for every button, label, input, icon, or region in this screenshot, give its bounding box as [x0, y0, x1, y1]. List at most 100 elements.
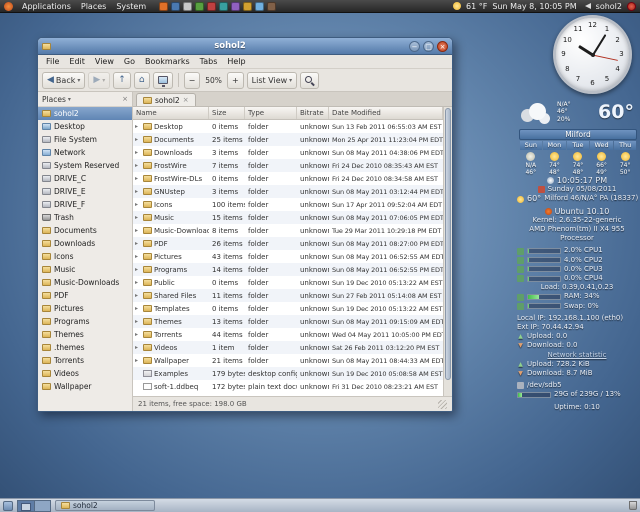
expander-icon[interactable]: ▸ [135, 201, 141, 208]
view-mode-select[interactable]: List View ▾ [246, 71, 298, 89]
app-launcher-10-icon[interactable] [267, 1, 277, 11]
expander-icon[interactable]: ▸ [135, 188, 141, 195]
computer-button[interactable] [152, 71, 173, 89]
file-row[interactable]: ▸ Wallpaper 21 items folder unknown Sun 08 Ma… [133, 354, 443, 367]
trash-icon[interactable] [629, 501, 637, 510]
weather-icon[interactable] [452, 2, 461, 10]
menu-edit[interactable]: Edit [64, 57, 90, 66]
up-button[interactable]: ↑ [113, 71, 131, 89]
app-launcher-9-icon[interactable] [255, 1, 265, 11]
panel-temperature[interactable]: 61 °F [466, 2, 487, 11]
expander-icon[interactable]: ▸ [135, 253, 141, 260]
panel-menu-applications[interactable]: Applications [17, 0, 76, 13]
ubuntu-logo-icon[interactable] [4, 1, 13, 11]
app-launcher-7-icon[interactable] [231, 1, 241, 11]
file-row[interactable]: ▸ GNUstep 3 items folder unknown Sun 08 May 2… [133, 185, 443, 198]
panel-clock[interactable]: Sun May 8, 10:05 PM [492, 2, 576, 11]
app-launcher-4-icon[interactable] [195, 1, 205, 11]
file-row[interactable]: ▸ PDF 26 items folder unknown Sun 08 May 2011… [133, 237, 443, 250]
panel-menu-system[interactable]: System [111, 0, 151, 13]
minimize-button[interactable]: − [409, 40, 420, 52]
expander-icon[interactable]: ▸ [135, 318, 141, 325]
forward-button[interactable]: ▶ ▾ [88, 71, 111, 89]
file-row[interactable]: ▸ Downloads 3 items folder unknown Sun 08 May… [133, 146, 443, 159]
sidebar-item-file-system[interactable]: File System [38, 133, 132, 146]
back-button[interactable]: ◀ Back ▾ [42, 71, 86, 89]
resize-grip[interactable] [438, 399, 447, 409]
search-button[interactable] [300, 71, 320, 89]
file-row[interactable]: ▸ Music-Downloads 8 items folder unknown Tue … [133, 224, 443, 237]
places-dropdown-icon[interactable]: ▾ [68, 96, 71, 103]
expander-icon[interactable]: ▸ [135, 136, 141, 143]
expander-icon[interactable]: ▸ [135, 175, 141, 182]
panel-menu-places[interactable]: Places [76, 0, 111, 13]
menu-tabs[interactable]: Tabs [195, 57, 223, 66]
file-row[interactable]: ▸ Desktop 0 items folder unknown Sun 13 Feb 2… [133, 120, 443, 133]
tab-sohol2[interactable]: sohol2 × [136, 93, 196, 106]
app-launcher-3-icon[interactable] [183, 1, 193, 11]
sidebar-item-wallpaper[interactable]: Wallpaper [38, 380, 132, 393]
file-row[interactable]: ▸ Templates 0 items folder unknown Sun 19 Dec… [133, 302, 443, 315]
app-launcher-2-icon[interactable] [171, 1, 181, 11]
workspace-1[interactable] [18, 500, 34, 511]
menu-bookmarks[interactable]: Bookmarks [140, 57, 195, 66]
expander-icon[interactable]: ▸ [135, 292, 141, 299]
file-row[interactable]: ▸ Icons 100 items folder unknown Sun 17 Apr 2… [133, 198, 443, 211]
sidebar-item-drive-e[interactable]: DRIVE_E [38, 185, 132, 198]
column-header-type[interactable]: Type [245, 107, 297, 119]
panel-user[interactable]: sohol2 [596, 2, 622, 11]
menu-help[interactable]: Help [222, 57, 250, 66]
app-launcher-5-icon[interactable] [207, 1, 217, 11]
maximize-button[interactable]: □ [423, 40, 434, 52]
expander-icon[interactable]: ▸ [135, 357, 141, 364]
sidebar-item-music-downloads[interactable]: Music-Downloads [38, 276, 132, 289]
menu-view[interactable]: View [90, 57, 119, 66]
expander-icon[interactable]: ▸ [135, 266, 141, 273]
sidebar-item-trash[interactable]: Trash [38, 211, 132, 224]
sidebar-item-documents[interactable]: Documents [38, 224, 132, 237]
close-button[interactable]: × [437, 40, 448, 52]
expander-icon[interactable]: ▸ [135, 214, 141, 221]
sidebar-item-pictures[interactable]: Pictures [38, 302, 132, 315]
power-icon[interactable] [627, 1, 636, 11]
file-row[interactable]: ▸ Torrents 44 items folder unknown Wed 04 May… [133, 328, 443, 341]
expander-icon[interactable]: ▸ [135, 279, 141, 286]
menu-go[interactable]: Go [119, 57, 140, 66]
expander-icon[interactable]: ▸ [135, 123, 141, 130]
back-dropdown-icon[interactable]: ▾ [77, 77, 80, 84]
show-desktop-icon[interactable] [3, 500, 13, 511]
column-header-name[interactable]: Name [133, 107, 209, 119]
file-row[interactable]: soft-1.ddbeq 172 bytesplain text document… [133, 380, 443, 393]
expander-icon[interactable]: ▸ [135, 149, 141, 156]
titlebar[interactable]: sohol2 − □ × [38, 38, 452, 55]
scrollbar-thumb[interactable] [445, 108, 451, 380]
expander-icon[interactable]: ▸ [135, 344, 141, 351]
expander-icon[interactable]: ▸ [135, 162, 141, 169]
sidebar-item-torrents[interactable]: Torrents [38, 354, 132, 367]
sidebar-item-downloads[interactable]: Downloads [38, 237, 132, 250]
file-row[interactable]: ▸ Videos 1 item folder unknown Sat 26 Feb 201… [133, 341, 443, 354]
file-row[interactable]: ▸ Shared Files 11 items folder unknown Sun 27… [133, 289, 443, 302]
tab-close-icon[interactable]: × [183, 96, 189, 104]
sidebar-item-themes[interactable]: .themes [38, 341, 132, 354]
file-row[interactable]: ▸ FrostWire 7 items folder unknown Fri 24 Dec… [133, 159, 443, 172]
menu-file[interactable]: File [41, 57, 64, 66]
file-row[interactable]: ▸ Themes 13 items folder unknown Sun 08 May 2… [133, 315, 443, 328]
file-row[interactable]: ▸ Public 0 items folder unknown Sun 19 Dec 20… [133, 276, 443, 289]
sidebar-item-network[interactable]: Network [38, 146, 132, 159]
zoom-in-button[interactable]: + [226, 71, 244, 89]
file-row[interactable]: ▸ Music 15 items folder unknown Sun 08 May 20… [133, 211, 443, 224]
sidebar-item-pdf[interactable]: PDF [38, 289, 132, 302]
sidebar-item-music[interactable]: Music [38, 263, 132, 276]
sidebar-item-system-reserved[interactable]: System Reserved [38, 159, 132, 172]
sidebar-item-sohol2[interactable]: sohol2 [38, 107, 132, 120]
file-row[interactable]: ▸ Pictures 43 items folder unknown Sun 08 May… [133, 250, 443, 263]
file-row[interactable]: ▸ FrostWire-DLs 0 items folder unknown Fri 24… [133, 172, 443, 185]
app-launcher-1-icon[interactable] [159, 1, 169, 11]
app-launcher-8-icon[interactable] [243, 1, 253, 11]
sidebar-item-drive-f[interactable]: DRIVE_F [38, 198, 132, 211]
expander-icon[interactable]: ▸ [135, 240, 141, 247]
sidebar-item-drive-c[interactable]: DRIVE_C [38, 172, 132, 185]
sidebar-close-icon[interactable]: × [122, 95, 128, 103]
volume-icon[interactable] [581, 3, 591, 9]
